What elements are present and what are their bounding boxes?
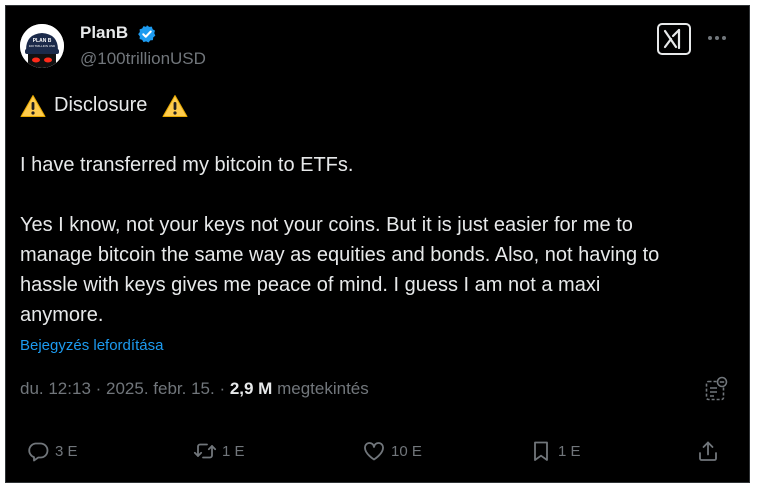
grok-button[interactable]: [657, 23, 691, 55]
reply-icon: [28, 442, 49, 462]
tweet-text-line: hassle with keys gives me peace of mind.…: [20, 274, 601, 296]
more-options-button[interactable]: [705, 28, 729, 48]
repost-button[interactable]: 1 E: [193, 436, 245, 466]
tweet-meta: du. 12:13 · 2025. febr. 15. · 2,9 M megt…: [20, 379, 369, 398]
grok-icon: [663, 28, 681, 50]
tweet-card: PLAN B 100 TRILLION USD PlanB @100trilli…: [5, 5, 750, 483]
heart-icon: [364, 442, 384, 461]
share-icon: [699, 441, 717, 461]
tweet-time[interactable]: du. 12:13: [20, 379, 91, 398]
warning-emoji-icon: [162, 94, 188, 118]
verified-badge-icon[interactable]: [137, 24, 157, 44]
like-button[interactable]: 10 E: [362, 436, 422, 466]
like-count: 10 E: [391, 442, 422, 460]
svg-text:100 TRILLION USD: 100 TRILLION USD: [29, 44, 56, 48]
tweet-heading: Disclosure: [54, 94, 148, 116]
more-dots-icon: [708, 36, 726, 40]
tweet-date[interactable]: 2025. febr. 15.: [106, 379, 215, 398]
warning-emoji-icon: [20, 94, 46, 118]
action-bar: 3 E 1 E 10 E 1 E: [6, 436, 751, 466]
translate-post-link[interactable]: Bejegyzés lefordítása: [20, 337, 163, 354]
repost-icon: [193, 443, 217, 459]
user-handle[interactable]: @100trillionUSD: [80, 49, 206, 69]
bookmark-button[interactable]: 1 E: [529, 436, 581, 466]
avatar[interactable]: PLAN B 100 TRILLION USD: [20, 24, 64, 68]
view-label: megtekintés: [277, 379, 369, 398]
tweet-text-line: Yes I know, not your keys not your coins…: [20, 214, 633, 236]
reply-count: 3 E: [55, 442, 78, 460]
repost-count: 1 E: [222, 442, 245, 460]
view-count: 2,9 M: [229, 379, 273, 398]
tweet-text-line: anymore.: [20, 304, 104, 326]
display-name[interactable]: PlanB: [80, 23, 128, 43]
bookmark-icon: [534, 441, 548, 461]
share-button[interactable]: [696, 436, 720, 466]
tweet-text-line: I have transferred my bitcoin to ETFs.: [20, 154, 354, 176]
analytics-icon[interactable]: [704, 376, 728, 402]
bookmark-count: 1 E: [558, 442, 581, 460]
reply-button[interactable]: 3 E: [26, 436, 78, 466]
tweet-text-line: manage bitcoin the same way as equities …: [20, 244, 660, 266]
avatar-image: PLAN B 100 TRILLION USD: [20, 24, 64, 68]
